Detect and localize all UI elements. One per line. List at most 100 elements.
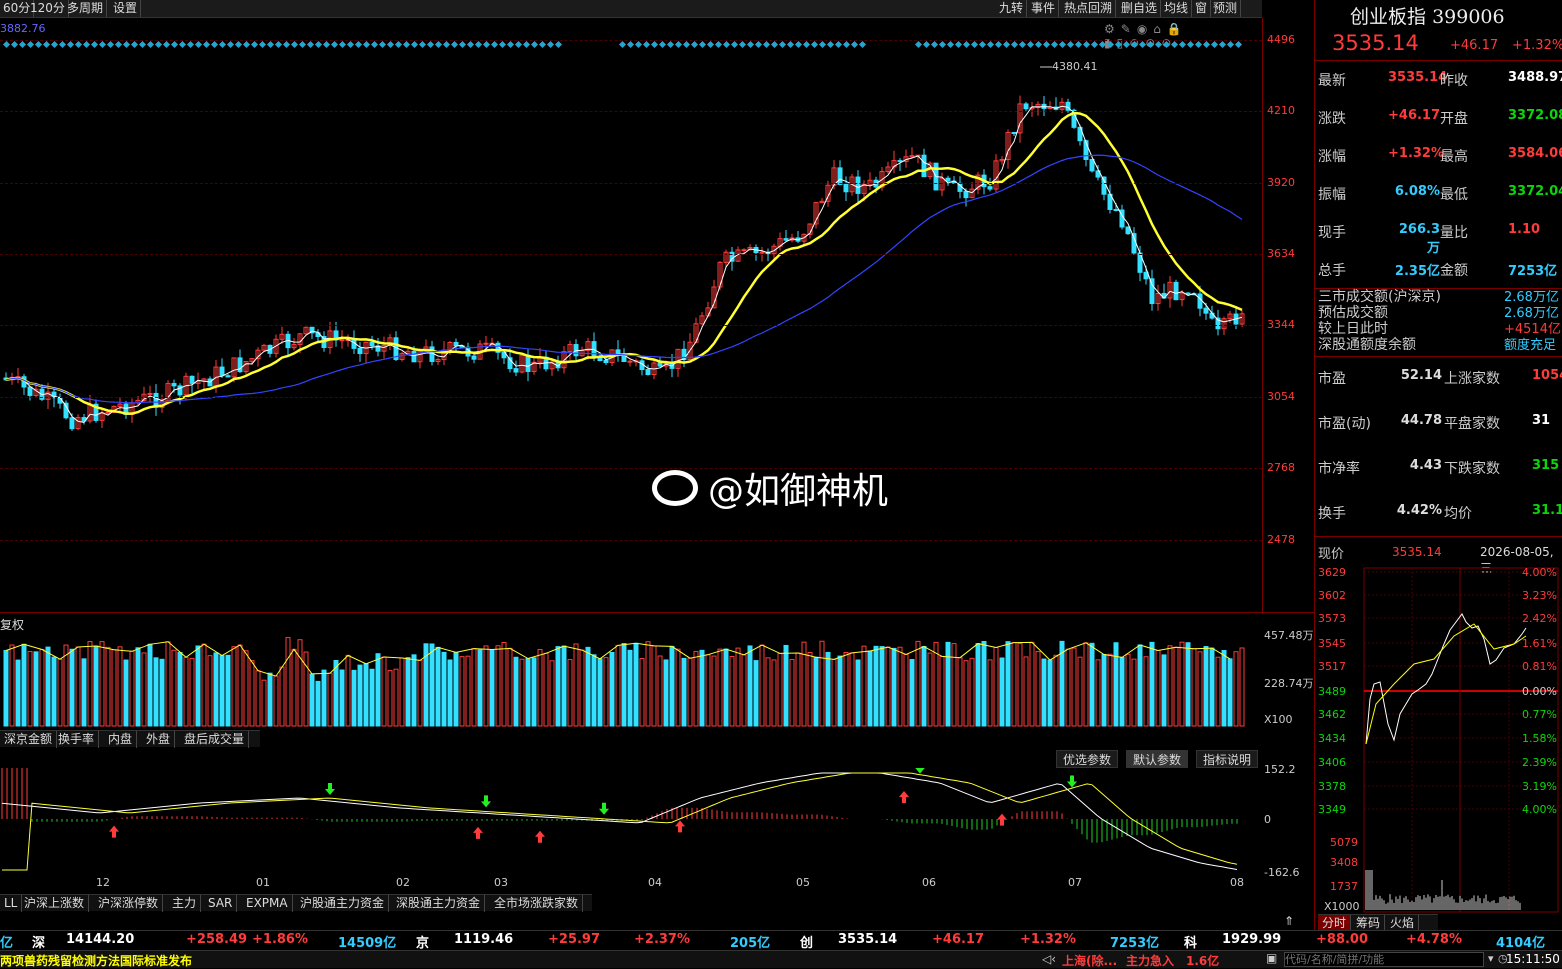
volume-bar: [1215, 656, 1221, 727]
status-item: +25.97: [548, 932, 601, 947]
volume-bar: [1137, 644, 1143, 727]
indicator-help-button[interactable]: 指标说明: [1196, 750, 1259, 768]
events-button[interactable]: 事件: [1028, 0, 1060, 17]
volume-bar: [681, 657, 687, 727]
tab-sh-connect-fund[interactable]: 沪股通主力资金: [296, 895, 390, 912]
signal-dot: [1130, 40, 1139, 49]
quote-value: 3535.14: [1388, 70, 1448, 85]
volume-bar: [363, 663, 369, 727]
signal-dot: [210, 40, 219, 49]
quote-row: 涨幅 +1.32% 最高 3584.06: [1318, 146, 1562, 166]
volume-bar: [549, 660, 555, 727]
volume-unit: X100: [1264, 713, 1293, 726]
tab-shenjing-amount[interactable]: 深京金额: [0, 731, 58, 748]
status-item: 创: [800, 936, 814, 951]
speaker-icon[interactable]: ◁‹: [1042, 952, 1056, 966]
signal-dot: [98, 40, 107, 49]
multi-period-button[interactable]: 多周期: [64, 0, 108, 17]
volume-bar: [375, 653, 381, 727]
price-chart[interactable]: [0, 18, 1314, 614]
signal-dot: [698, 40, 707, 49]
volume-chart[interactable]: [0, 614, 1262, 730]
quote-row: 现手 266.3万 量比 1.10: [1318, 222, 1562, 256]
ma-long-line: [5, 154, 1243, 404]
intraday-pct-tick: 1.61%: [1522, 637, 1557, 650]
tab-outer[interactable]: 外盘: [142, 731, 176, 748]
volume-bar: [135, 647, 141, 727]
candle-body: [921, 154, 927, 178]
volume-bar: [921, 645, 927, 727]
period-120min[interactable]: 120分: [27, 0, 69, 17]
tab-market-breadth[interactable]: 全市场涨跌家数: [490, 895, 584, 912]
forecast-button[interactable]: 预测: [1210, 0, 1242, 17]
signal-dot: [394, 40, 403, 49]
volume-bar: [321, 669, 327, 727]
volume-bar: [807, 652, 813, 727]
signal-dot: [650, 40, 659, 49]
tab-sh-sz-limit-up[interactable]: 沪深涨停数: [94, 895, 164, 912]
hotspot-review-button[interactable]: 热点回溯: [1061, 0, 1117, 17]
volume-bar: [261, 679, 267, 727]
settings-button[interactable]: 设置: [110, 0, 142, 17]
collapse-icon[interactable]: ⇑: [1284, 914, 1294, 928]
volume-bar: [933, 641, 939, 727]
intraday-pct-tick: 0.77%: [1522, 708, 1557, 721]
volume-bar: [339, 669, 345, 727]
volume-bar: [675, 648, 681, 727]
remove-watchlist-button[interactable]: 删自选: [1118, 0, 1162, 17]
tab-inner[interactable]: 内盘: [104, 731, 138, 748]
tab-after-hours[interactable]: 盘后成交量: [180, 731, 250, 748]
status-item: +4.78%: [1406, 932, 1462, 947]
candle-body: [963, 190, 969, 199]
tab-sz-connect-fund[interactable]: 深股通主力资金: [392, 895, 486, 912]
news-ticker[interactable]: 两项兽药残留检测方法国际标准发布: [0, 952, 192, 969]
price-tick: 3920: [1267, 176, 1295, 189]
volume-bar: [873, 645, 879, 727]
volume-bar: [717, 648, 723, 727]
intraday-pct-tick: 4.00%: [1522, 566, 1557, 579]
indicator-chart[interactable]: [0, 768, 1262, 880]
ma-short-line: [5, 105, 1243, 423]
nine-turn-button[interactable]: 九转: [996, 0, 1028, 17]
status-item: 1929.99: [1222, 932, 1282, 947]
signal-dot: [258, 40, 267, 49]
search-input[interactable]: [1284, 952, 1484, 967]
volume-panel-border: [0, 612, 1314, 613]
x-tick: 02: [396, 876, 410, 889]
volume-bar: [351, 669, 357, 727]
volume-bar: [723, 648, 729, 727]
intraday-pct-tick: 2.39%: [1522, 756, 1557, 769]
volume-bar: [105, 646, 111, 727]
volume-bar: [327, 672, 333, 727]
volume-bar: [513, 656, 519, 727]
default-params-button[interactable]: 默认参数: [1126, 750, 1189, 768]
tab-sh-sz-up-count[interactable]: 沪深上涨数: [20, 895, 90, 912]
tab-turnover[interactable]: 换手率: [54, 731, 100, 748]
signal-dot: [1066, 40, 1075, 49]
volume-bar: [531, 657, 537, 727]
indicator-tick-high: 152.2: [1264, 763, 1296, 776]
intraday-price-tick: 3545: [1318, 637, 1346, 650]
signal-dot: [1170, 40, 1179, 49]
volume-bar: [129, 650, 135, 727]
volume-bar: [687, 657, 693, 727]
signal-dot: [1018, 40, 1027, 49]
intraday-chart[interactable]: 3629 4.00% 3602 3.23% 3573 2.42% 3545 1.61% 3517…: [1314, 564, 1562, 914]
volume-bar: [1077, 656, 1083, 727]
intraday-price: 3535.14: [1392, 545, 1442, 559]
signal-dot: [338, 40, 347, 49]
volume-bar: [117, 646, 123, 727]
tab-main-force[interactable]: 主力: [168, 895, 202, 912]
dropdown-icon[interactable]: ▾: [1488, 952, 1494, 965]
tab-expma[interactable]: EXPMA: [242, 895, 293, 912]
signal-dot: [946, 40, 955, 49]
tab-sar[interactable]: SAR: [204, 895, 238, 912]
optimal-params-button[interactable]: 优选参数: [1056, 750, 1119, 768]
search-icon[interactable]: ▣: [1266, 951, 1277, 965]
volume-bar: [621, 643, 627, 727]
moving-average-button[interactable]: 均线: [1161, 0, 1193, 17]
candle-body: [219, 366, 225, 377]
signal-dot: [666, 40, 675, 49]
volume-bar: [141, 652, 147, 727]
window-button[interactable]: 窗: [1192, 0, 1212, 17]
